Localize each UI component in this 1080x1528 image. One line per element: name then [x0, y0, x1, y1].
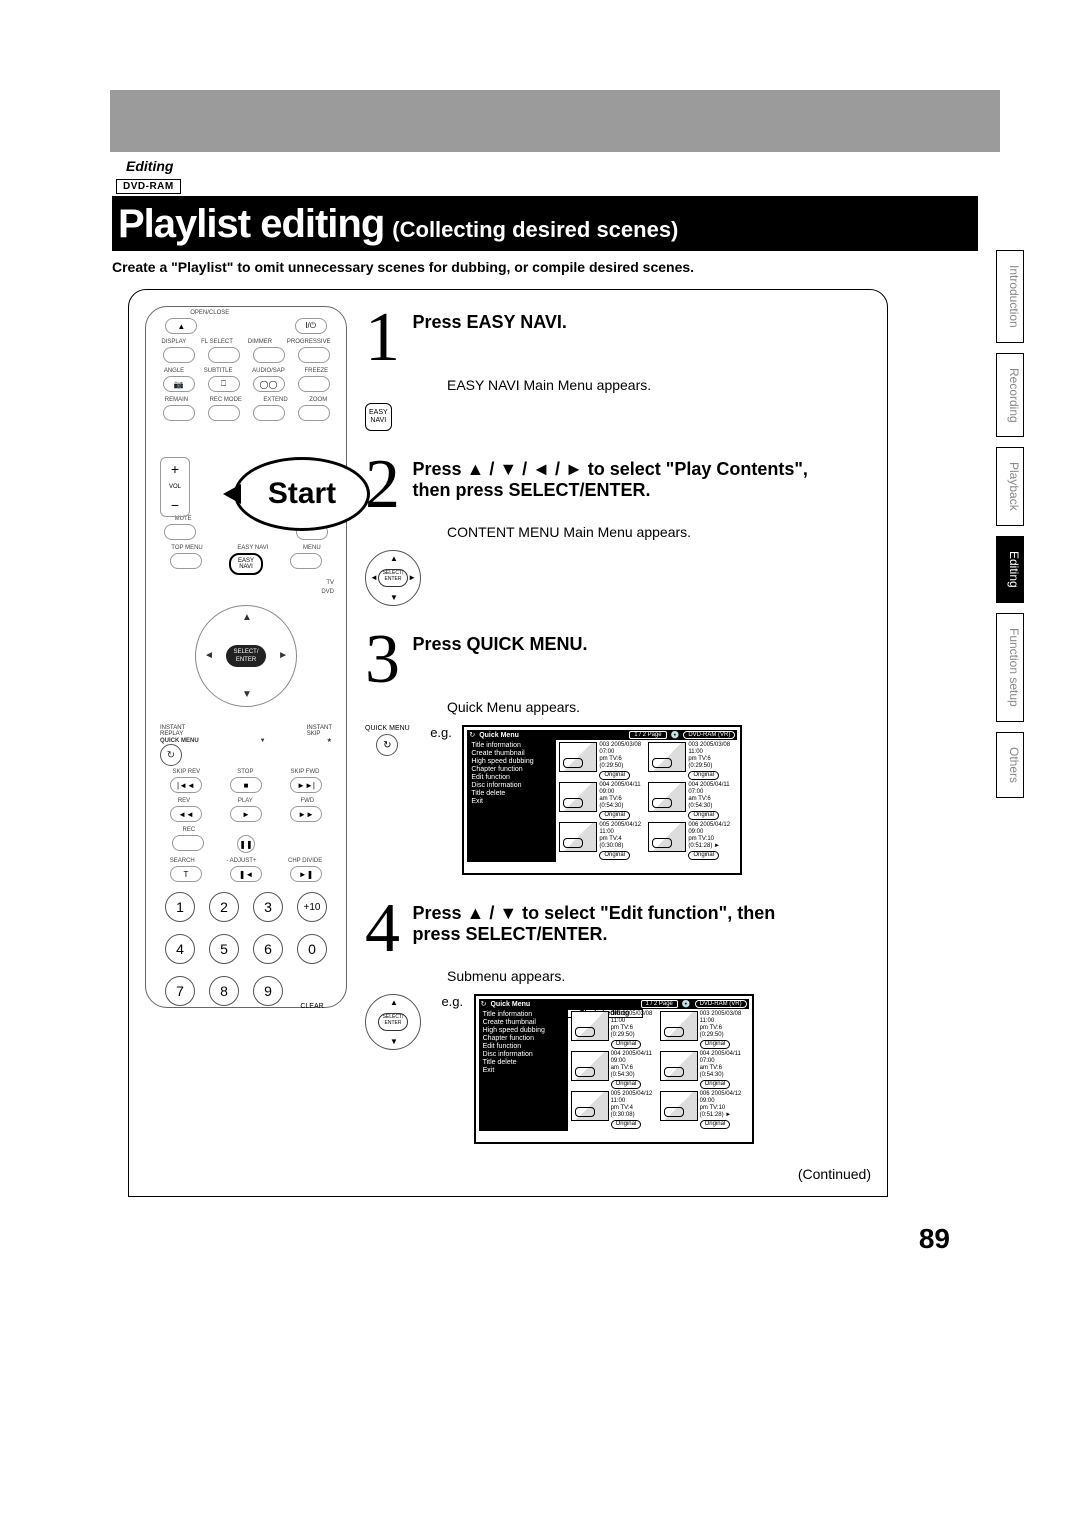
title-big: Playlist editing — [118, 202, 384, 247]
step-number: 4 — [365, 897, 400, 960]
start-callout: Start — [234, 457, 370, 531]
dvd-ram-tag: DVD-RAM — [116, 179, 181, 194]
quick-menu-list: Title information Create thumbnail High … — [467, 740, 556, 862]
step-2: 2 Press ▲ / ▼ / ◄ / ► to select "Play Co… — [365, 453, 871, 606]
pause-icon: ❚❚ — [237, 835, 255, 853]
quick-menu-label: QUICK MENU — [160, 738, 199, 744]
step-3: 3 Press QUICK MENU. Quick Menu appears. … — [365, 628, 871, 875]
easy-navi-mini-icon: EASYNAVI — [365, 403, 392, 431]
number-pad: 1 2 3 +10 4 5 6 0 7 8 9 CLEAR — [146, 884, 346, 1014]
step-number: 2 — [365, 453, 400, 516]
dpad: ▲ ▼ ◄ ► SELECT/ENTER — [195, 605, 297, 707]
label-open-close: OPEN/CLOSE — [190, 310, 229, 316]
step-number: 1 — [365, 306, 400, 369]
content-frame: OPEN/CLOSE ▲ I/⏻ DISPLAY FL SELECT DIMME… — [128, 289, 888, 1197]
section-label: Editing — [112, 152, 1080, 176]
eject-icon: ▲ — [165, 318, 197, 334]
volume-rocker: + VOL − — [160, 457, 190, 517]
step-number: 3 — [365, 628, 400, 691]
step-head: Press ▲ / ▼ / ◄ / ► to select "Play Cont… — [412, 453, 812, 501]
gray-banner — [110, 90, 1000, 152]
side-tab-introduction[interactable]: Introduction — [996, 250, 1024, 343]
step-head: Press QUICK MENU. — [412, 628, 587, 655]
submenu-screenshot: ↻ Quick Menu 1 / 2 Page 💿 DVD-RAM (VR) T… — [474, 994, 754, 1144]
quick-menu-screenshot: ↻ Quick Menu 1 / 2 Page 💿 DVD-RAM (VR) T… — [462, 725, 742, 875]
remote-illustration: OPEN/CLOSE ▲ I/⏻ DISPLAY FL SELECT DIMME… — [145, 306, 347, 1008]
submenu-list: Title information Create thumbnail High … — [479, 1009, 568, 1131]
side-tab-function-setup[interactable]: Function setup — [996, 613, 1024, 722]
step-1: 1 Press EASY NAVI. EASY NAVI Main Menu a… — [365, 306, 871, 431]
step-4: 4 Press ▲ / ▼ to select "Edit function",… — [365, 897, 871, 1144]
side-tab-others[interactable]: Others — [996, 732, 1024, 798]
quick-menu-mini-icon: ↻ — [376, 734, 398, 756]
continued-label: (Continued) — [365, 1166, 871, 1182]
side-tab-playback[interactable]: Playback — [996, 447, 1024, 526]
quick-menu-icon: ↻ — [160, 744, 182, 766]
easy-navi-button: EASYNAVI — [229, 553, 263, 575]
side-tab-editing[interactable]: Editing — [996, 536, 1024, 603]
dpad-mini-icon: ▲▼◄► SELECT/ENTER — [365, 550, 421, 606]
intro-text: Create a "Playlist" to omit unnecessary … — [0, 259, 1080, 275]
eg-label: e.g. — [430, 725, 452, 740]
dpad-mini-icon: ▲▼ SELECT/ENTER — [365, 994, 421, 1050]
select-enter-button: SELECT/ENTER — [226, 645, 266, 667]
step-head: Press ▲ / ▼ to select "Edit function", t… — [412, 897, 812, 945]
side-tab-recording[interactable]: Recording — [996, 353, 1024, 438]
step-head: Press EASY NAVI. — [412, 306, 566, 333]
eg-label: e.g. — [441, 994, 463, 1009]
page-number: 89 — [0, 1223, 950, 1255]
side-tabs: Introduction Recording Playback Editing … — [996, 250, 1024, 798]
title-sub: (Collecting desired scenes) — [392, 217, 678, 243]
page-title: Playlist editing (Collecting desired sce… — [112, 196, 978, 251]
power-icon: I/⏻ — [295, 318, 327, 334]
